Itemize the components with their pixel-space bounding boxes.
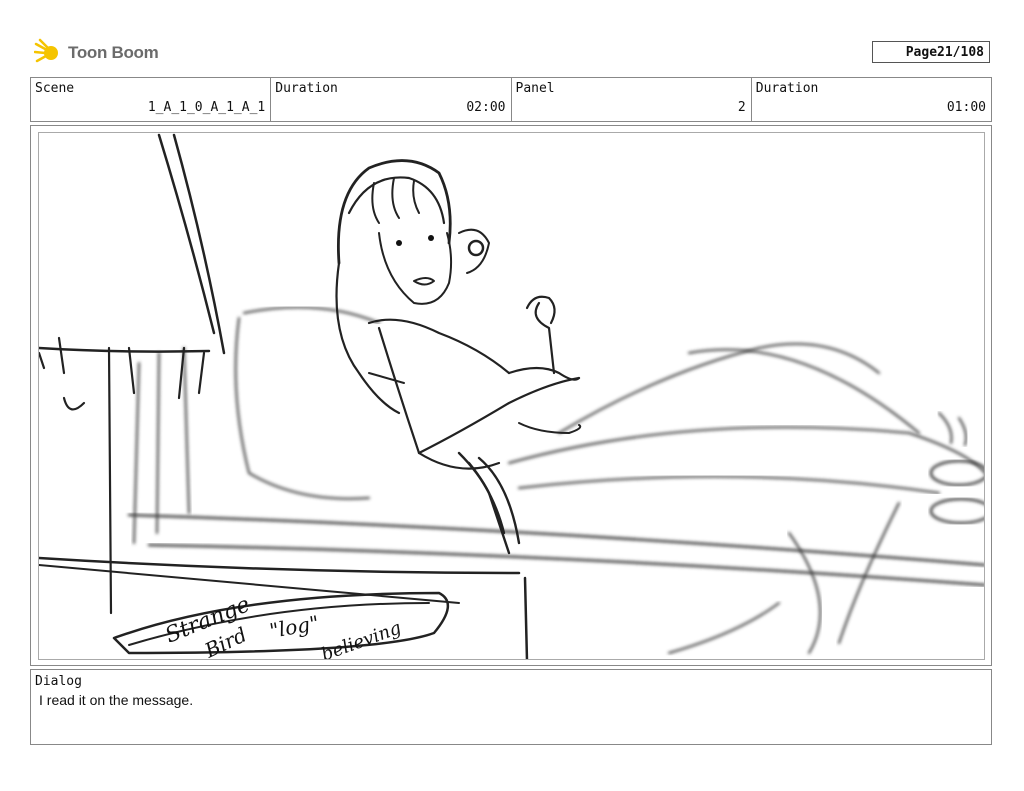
panel-duration-cell: Duration 01:00	[752, 78, 991, 121]
panel-duration-label: Duration	[755, 81, 819, 96]
panel-value: 2	[737, 100, 746, 115]
scene-duration-cell: Duration 02:00	[271, 78, 512, 121]
toon-boom-logo-icon	[34, 38, 58, 63]
scene-duration-value: 02:00	[466, 100, 506, 115]
bed-sketch	[127, 306, 984, 654]
page-label: Page	[905, 44, 938, 60]
panel-label: Panel	[515, 81, 555, 96]
page-counter: Page 21/108	[872, 41, 990, 63]
dialog-box: Dialog I read it on the message.	[30, 669, 992, 745]
scene-cell: Scene 1_A_1_0_A_1_A_1	[31, 78, 272, 121]
note-word-4: believing	[319, 617, 405, 660]
character-sketch	[335, 159, 582, 555]
panel-header: Scene 1_A_1_0_A_1_A_1 Duration 02:00 Pan…	[30, 77, 992, 122]
note-word-3: "log"	[268, 611, 321, 643]
headboard-sketch	[39, 133, 226, 615]
dialog-label: Dialog	[35, 674, 82, 689]
panel-cell: Panel 2	[512, 78, 752, 121]
brand-name: Toon Boom	[68, 43, 159, 62]
brand-logo: Toon Boom	[34, 36, 164, 70]
scene-duration-label: Duration	[275, 81, 338, 96]
table-sketch: Strange Bird "log" believing	[39, 556, 529, 660]
storyboard-panel: Strange Bird "log" believing	[30, 125, 992, 666]
page-value: 21/108	[937, 44, 984, 60]
panel-duration-value: 01:00	[946, 100, 986, 115]
scene-label: Scene	[35, 81, 75, 96]
storyboard-sketch: Strange Bird "log" believing	[39, 133, 984, 660]
panel-image-frame: Strange Bird "log" believing	[38, 132, 985, 660]
scene-value: 1_A_1_0_A_1_A_1	[147, 100, 266, 115]
dialog-text: I read it on the message.	[39, 692, 194, 708]
